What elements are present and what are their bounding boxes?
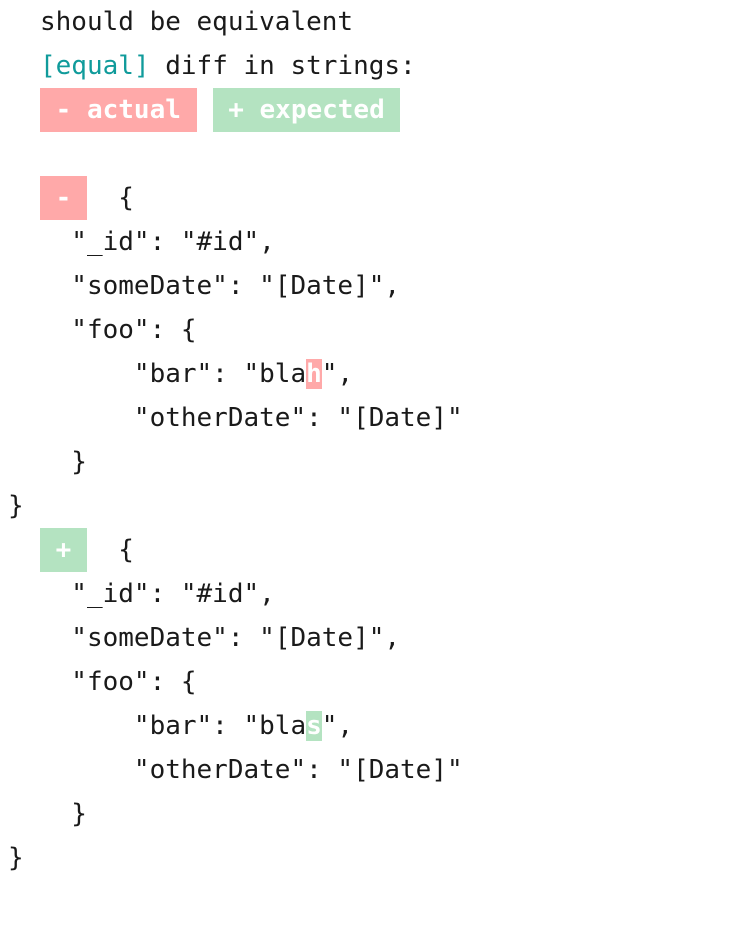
expected-line-otherdate-text: "otherDate": "[Date]" <box>40 755 463 785</box>
expected-line-id-text: "_id": "#id", <box>40 579 275 609</box>
expected-outer-close-brace: } <box>8 843 24 873</box>
spacer-line-1 <box>0 132 740 176</box>
removed-marker-icon: - <box>40 176 87 220</box>
assertion-description-line: should be equivalent <box>0 0 740 44</box>
expected-line-somedate: "someDate": "[Date]", <box>0 616 740 660</box>
legend-expected-badge: + expected <box>212 88 401 132</box>
actual-outer-close-line: } <box>0 484 740 528</box>
actual-line-otherdate-text: "otherDate": "[Date]" <box>40 403 463 433</box>
actual-outer-close-brace: } <box>8 491 24 521</box>
expected-line-foo: "foo": { <box>0 660 740 704</box>
actual-open-brace: { <box>87 183 134 213</box>
diff-header-message: diff in strings: <box>149 51 416 81</box>
expected-inner-close-brace: } <box>40 799 87 829</box>
expected-open-line: + { <box>0 528 740 572</box>
expected-bar-suffix: ", <box>321 711 354 741</box>
actual-line-foo: "foo": { <box>0 308 740 352</box>
actual-line-otherdate: "otherDate": "[Date]" <box>0 396 740 440</box>
expected-line-somedate-text: "someDate": "[Date]", <box>40 623 401 653</box>
expected-line-bar: "bar": "blas", <box>0 704 740 748</box>
test-diff-output: should be equivalent [equal] diff in str… <box>0 0 740 946</box>
actual-open-line: - { <box>0 176 740 220</box>
actual-line-bar: "bar": "blah", <box>0 352 740 396</box>
actual-line-id-text: "_id": "#id", <box>40 227 275 257</box>
actual-line-foo-text: "foo": { <box>40 315 197 345</box>
expected-outer-close-line: } <box>0 836 740 880</box>
assertion-description-text: should be equivalent <box>40 7 354 37</box>
expected-line-otherdate: "otherDate": "[Date]" <box>0 748 740 792</box>
expected-open-brace: { <box>87 535 134 565</box>
actual-inner-close-brace: } <box>40 447 87 477</box>
actual-line-somedate: "someDate": "[Date]", <box>0 264 740 308</box>
diff-header-line: [equal] diff in strings: <box>0 44 740 88</box>
expected-line-foo-text: "foo": { <box>40 667 197 697</box>
expected-bar-prefix: "bar": "bla <box>40 711 307 741</box>
actual-line-id: "_id": "#id", <box>0 220 740 264</box>
actual-inner-close-line: } <box>0 440 740 484</box>
added-marker-icon: + <box>40 528 87 572</box>
expected-inner-close-line: } <box>0 792 740 836</box>
actual-bar-suffix: ", <box>321 359 354 389</box>
expected-bar-diff-char: s <box>306 711 322 741</box>
legend-actual-badge: - actual <box>40 88 197 132</box>
expected-line-id: "_id": "#id", <box>0 572 740 616</box>
actual-bar-prefix: "bar": "bla <box>40 359 307 389</box>
actual-line-somedate-text: "someDate": "[Date]", <box>40 271 401 301</box>
actual-bar-diff-char: h <box>306 359 322 389</box>
diff-legend: - actual + expected <box>0 88 740 132</box>
equal-tag: [equal] <box>40 51 150 81</box>
